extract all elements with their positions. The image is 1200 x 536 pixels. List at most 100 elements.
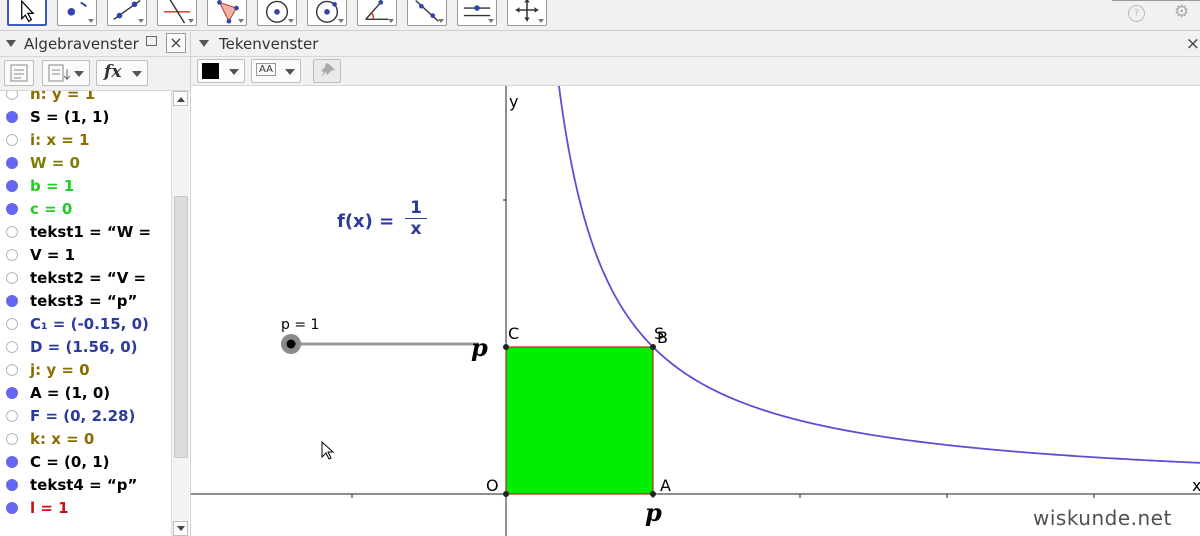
y-axis-label: y	[509, 92, 519, 111]
algebra-item[interactable]: W = 0	[0, 152, 170, 175]
visibility-toggle[interactable]	[6, 387, 18, 399]
visibility-toggle[interactable]	[6, 134, 18, 146]
point-C[interactable]	[503, 344, 509, 350]
chevron-down-icon	[229, 69, 239, 75]
slider-icon[interactable]	[457, 0, 497, 26]
visibility-toggle[interactable]	[6, 111, 18, 123]
algebra-item-text: C₁ = (-0.15, 0)	[30, 315, 149, 333]
sort-by-button[interactable]	[42, 60, 90, 86]
algebra-item[interactable]: h: y = 1	[0, 91, 170, 106]
visibility-toggle[interactable]	[6, 410, 18, 422]
reflect-icon[interactable]	[407, 0, 447, 26]
visibility-toggle[interactable]	[6, 91, 18, 100]
algebra-item[interactable]: tekst3 = “p”	[0, 290, 170, 313]
algebra-item[interactable]: i: x = 1	[0, 129, 170, 152]
algebra-item[interactable]: k: x = 0	[0, 428, 170, 451]
point-C-label: C	[508, 324, 520, 343]
polygon-icon[interactable]	[207, 0, 247, 26]
axis-ticks	[351, 199, 1095, 498]
chevron-down-icon	[74, 71, 84, 77]
text-p-axis[interactable]: p	[645, 498, 662, 527]
undock-icon[interactable]	[146, 36, 157, 46]
drawing-canvas[interactable]: y x O A C B S p = 1 f(x) = 1 x p p wisku…	[191, 86, 1200, 536]
algebra-scrollbar[interactable]	[171, 91, 189, 536]
list-icon	[10, 64, 28, 82]
algebra-item-text: j: y = 0	[30, 361, 90, 379]
scroll-down-button[interactable]	[173, 521, 188, 536]
slider-label: p = 1	[281, 317, 320, 333]
angle-icon[interactable]	[357, 0, 397, 26]
collapse-arrow-icon[interactable]	[199, 40, 209, 47]
algebra-item[interactable]: D = (1.56, 0)	[0, 336, 170, 359]
fraction-denominator: x	[410, 219, 422, 239]
scroll-up-button[interactable]	[173, 91, 188, 106]
point-A[interactable]	[650, 491, 656, 497]
visibility-toggle[interactable]	[6, 203, 18, 215]
visibility-toggle[interactable]	[6, 479, 18, 491]
algebra-item[interactable]: F = (0, 2.28)	[0, 405, 170, 428]
graphics-view: Tekenvenster × AA y x O A C B S p = 1 f(…	[191, 31, 1200, 536]
square-polygon[interactable]	[505, 346, 654, 495]
text-p-slider[interactable]: p	[471, 333, 488, 362]
gear-icon[interactable]: ⚙	[1174, 2, 1189, 22]
visibility-toggle[interactable]	[6, 295, 18, 307]
line-icon[interactable]	[107, 0, 147, 26]
text-style-button[interactable]: AA	[251, 59, 301, 83]
visibility-toggle[interactable]	[6, 157, 18, 169]
visibility-toggle[interactable]	[6, 180, 18, 192]
algebra-close-button[interactable]: ×	[166, 33, 186, 53]
algebra-item-text: D = (1.56, 0)	[30, 338, 138, 356]
visibility-toggle[interactable]	[6, 249, 18, 261]
algebra-item[interactable]: S = (1, 1)	[0, 106, 170, 129]
algebra-style-bar: fx	[0, 57, 190, 91]
algebra-view-header: Algebravenster ×	[0, 31, 190, 57]
fx-label: fx	[104, 62, 122, 82]
algebra-item[interactable]: tekst4 = “p”	[0, 474, 170, 497]
scroll-thumb[interactable]	[174, 196, 188, 458]
visibility-toggle[interactable]	[6, 318, 18, 330]
pin-button[interactable]	[313, 59, 341, 83]
visibility-toggle[interactable]	[6, 226, 18, 238]
toolbar: ? ⚙	[0, 0, 1200, 31]
function-graph[interactable]	[558, 86, 1200, 464]
graphics-view-header: Tekenvenster ×	[191, 31, 1200, 57]
algebra-item[interactable]: c = 0	[0, 198, 170, 221]
algebra-item[interactable]: j: y = 0	[0, 359, 170, 382]
point-O[interactable]	[503, 491, 509, 497]
visibility-toggle[interactable]	[6, 433, 18, 445]
help-icon[interactable]: ?	[1128, 5, 1145, 22]
pin-icon	[321, 63, 335, 77]
algebra-item-text: c = 0	[30, 200, 73, 218]
point-icon[interactable]	[57, 0, 97, 26]
graphics-close-button[interactable]: ×	[1186, 34, 1200, 54]
algebra-item[interactable]: V = 1	[0, 244, 170, 267]
algebra-item[interactable]: C₁ = (-0.15, 0)	[0, 313, 170, 336]
algebra-view: Algebravenster × fx h: y = 1 S = (1, 1) i:…	[0, 31, 191, 536]
algebra-item-text: V = 1	[30, 246, 76, 264]
visibility-toggle[interactable]	[6, 364, 18, 376]
fx-input-button[interactable]: fx	[96, 60, 148, 86]
algebra-item-text: tekst2 = “V =	[30, 269, 147, 287]
collapse-arrow-icon[interactable]	[6, 40, 16, 47]
visibility-toggle[interactable]	[6, 456, 18, 468]
algebra-item[interactable]: A = (1, 0)	[0, 382, 170, 405]
algebra-item[interactable]: C = (0, 1)	[0, 451, 170, 474]
show-auxiliary-objects-button[interactable]	[4, 60, 34, 86]
color-button[interactable]	[197, 59, 245, 83]
algebra-item-text: F = (0, 2.28)	[30, 407, 136, 425]
algebra-item-text: h: y = 1	[30, 91, 96, 103]
move-graphics-view-icon[interactable]	[507, 0, 547, 26]
visibility-toggle[interactable]	[6, 272, 18, 284]
algebra-item[interactable]: tekst1 = “W =	[0, 221, 170, 244]
circle-through-point-icon[interactable]	[307, 0, 347, 26]
visibility-toggle[interactable]	[6, 341, 18, 353]
perpendicular-line-icon[interactable]	[157, 0, 197, 26]
circle-center-point-icon[interactable]	[257, 0, 297, 26]
move-arrow-icon[interactable]	[7, 0, 47, 26]
algebra-item[interactable]: b = 1	[0, 175, 170, 198]
mouse-cursor-icon	[321, 441, 335, 460]
point-S[interactable]	[650, 344, 656, 350]
visibility-toggle[interactable]	[6, 502, 18, 514]
algebra-item[interactable]: tekst2 = “V =	[0, 267, 170, 290]
algebra-item[interactable]: l = 1	[0, 497, 170, 520]
